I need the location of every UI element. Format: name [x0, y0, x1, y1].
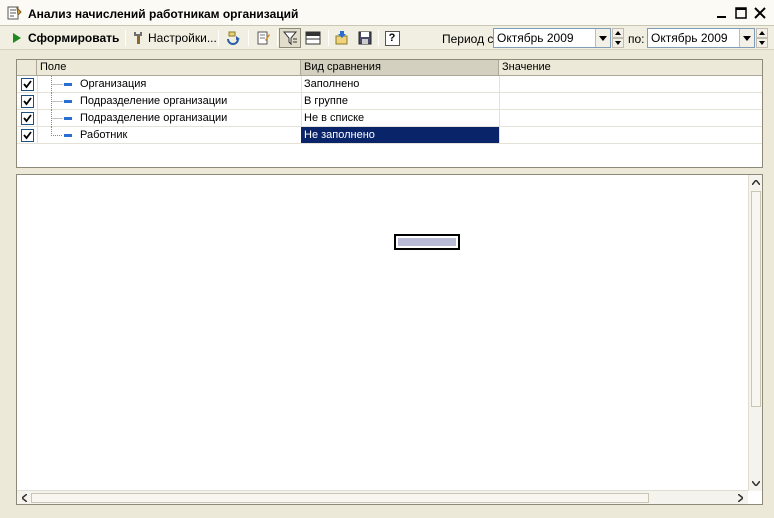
row-field: Организация — [80, 78, 147, 90]
row-field: Подразделение организации — [80, 95, 228, 107]
field-icon — [64, 134, 72, 137]
chevron-down-icon[interactable] — [739, 29, 754, 47]
open-settings-icon — [335, 31, 348, 45]
period-to-stepper[interactable] — [756, 28, 768, 48]
scroll-up-icon[interactable] — [749, 176, 762, 189]
minimize-icon[interactable] — [714, 5, 730, 21]
period-from-value: Октябрь 2009 — [497, 31, 574, 45]
help-icon: ? — [384, 30, 400, 46]
scroll-down-icon[interactable] — [749, 477, 762, 490]
refresh-button[interactable] — [223, 28, 245, 48]
field-icon — [64, 100, 72, 103]
play-icon — [13, 33, 21, 43]
checkmark-icon — [23, 97, 32, 106]
row-comparison[interactable]: В группе — [301, 93, 499, 109]
restore-settings-button[interactable] — [331, 28, 353, 48]
refresh-icon — [227, 31, 240, 45]
checkmark-icon — [23, 80, 32, 89]
filter-grid: Поле Вид сравнения Значение Организация … — [16, 59, 763, 168]
row-comparison-selected[interactable]: Не заполнено — [301, 127, 499, 143]
table-row[interactable]: Подразделение организации Не в списке — [17, 110, 762, 127]
field-icon — [64, 117, 72, 120]
checkmark-icon — [23, 114, 32, 123]
toolbar-separator — [328, 30, 329, 46]
generate-label: Сформировать — [28, 31, 120, 45]
active-cell[interactable] — [394, 234, 460, 250]
row-comparison[interactable]: Не в списке — [301, 110, 499, 126]
row-field: Подразделение организации — [80, 112, 228, 124]
generate-button[interactable]: Сформировать — [12, 28, 119, 48]
toolbar-separator — [248, 30, 249, 46]
vertical-scroll-thumb[interactable] — [751, 191, 761, 407]
horizontal-scroll-thumb[interactable] — [31, 493, 649, 503]
filter-icon — [282, 31, 298, 46]
vertical-scrollbar[interactable] — [748, 175, 762, 491]
maximize-icon[interactable] — [733, 5, 749, 21]
horizontal-scrollbar[interactable] — [17, 490, 748, 504]
toolbar-separator — [218, 30, 219, 46]
toolbar-separator — [277, 30, 278, 46]
settings-wrench-icon — [134, 32, 142, 44]
period-from-field[interactable]: Октябрь 2009 — [493, 28, 611, 48]
report-area[interactable] — [16, 174, 763, 505]
copy-settings-button[interactable] — [252, 28, 274, 48]
header-toggle-button[interactable] — [302, 28, 324, 48]
table-row[interactable]: Работник Не заполнено — [17, 127, 762, 144]
settings-label: Настройки... — [148, 31, 217, 45]
save-icon — [358, 31, 372, 45]
help-button[interactable]: ? — [381, 28, 403, 48]
tree-connector — [51, 127, 63, 136]
close-icon[interactable] — [752, 5, 768, 21]
column-comparison[interactable]: Вид сравнения — [301, 60, 499, 75]
table-header-icon — [305, 31, 321, 45]
toolbar-separator — [378, 30, 379, 46]
column-value[interactable]: Значение — [499, 60, 762, 75]
table-row[interactable]: Организация Заполнено — [17, 76, 762, 93]
stepper-down-icon[interactable] — [612, 38, 624, 48]
tree-connector — [51, 110, 63, 127]
checkmark-icon — [23, 131, 32, 140]
row-checkbox[interactable] — [21, 129, 34, 142]
field-icon — [64, 83, 72, 86]
scroll-left-icon[interactable] — [18, 491, 31, 504]
stepper-down-icon[interactable] — [756, 38, 768, 48]
save-settings-button[interactable] — [354, 28, 376, 48]
row-comparison[interactable]: Заполнено — [301, 76, 499, 92]
row-field: Работник — [80, 129, 128, 141]
settings-button[interactable]: Настройки... — [132, 28, 217, 48]
header-checkbox-col — [17, 60, 37, 75]
period-to-field[interactable]: Октябрь 2009 — [647, 28, 755, 48]
filter-toggle-button[interactable] — [279, 28, 301, 48]
period-from-label: Период с: — [442, 32, 497, 46]
report-icon — [7, 6, 22, 20]
scroll-right-icon[interactable] — [734, 491, 747, 504]
tree-connector — [51, 93, 63, 110]
window-title: Анализ начислений работникам организаций — [28, 7, 299, 21]
table-row[interactable]: Подразделение организации В группе — [17, 93, 762, 110]
period-to-value: Октябрь 2009 — [651, 31, 728, 45]
period-from-stepper[interactable] — [612, 28, 624, 48]
stepper-up-icon[interactable] — [756, 28, 768, 38]
row-checkbox[interactable] — [21, 112, 34, 125]
chevron-down-icon[interactable] — [595, 29, 610, 47]
title-bar: Анализ начислений работникам организаций — [0, 0, 774, 26]
column-field[interactable]: Поле — [37, 60, 301, 75]
stepper-up-icon[interactable] — [612, 28, 624, 38]
period-to-label: по: — [628, 32, 645, 46]
document-edit-icon — [257, 31, 270, 45]
toolbar-separator — [125, 30, 126, 46]
tree-connector — [51, 76, 63, 93]
row-checkbox[interactable] — [21, 78, 34, 91]
grid-header: Поле Вид сравнения Значение — [17, 60, 762, 76]
row-checkbox[interactable] — [21, 95, 34, 108]
